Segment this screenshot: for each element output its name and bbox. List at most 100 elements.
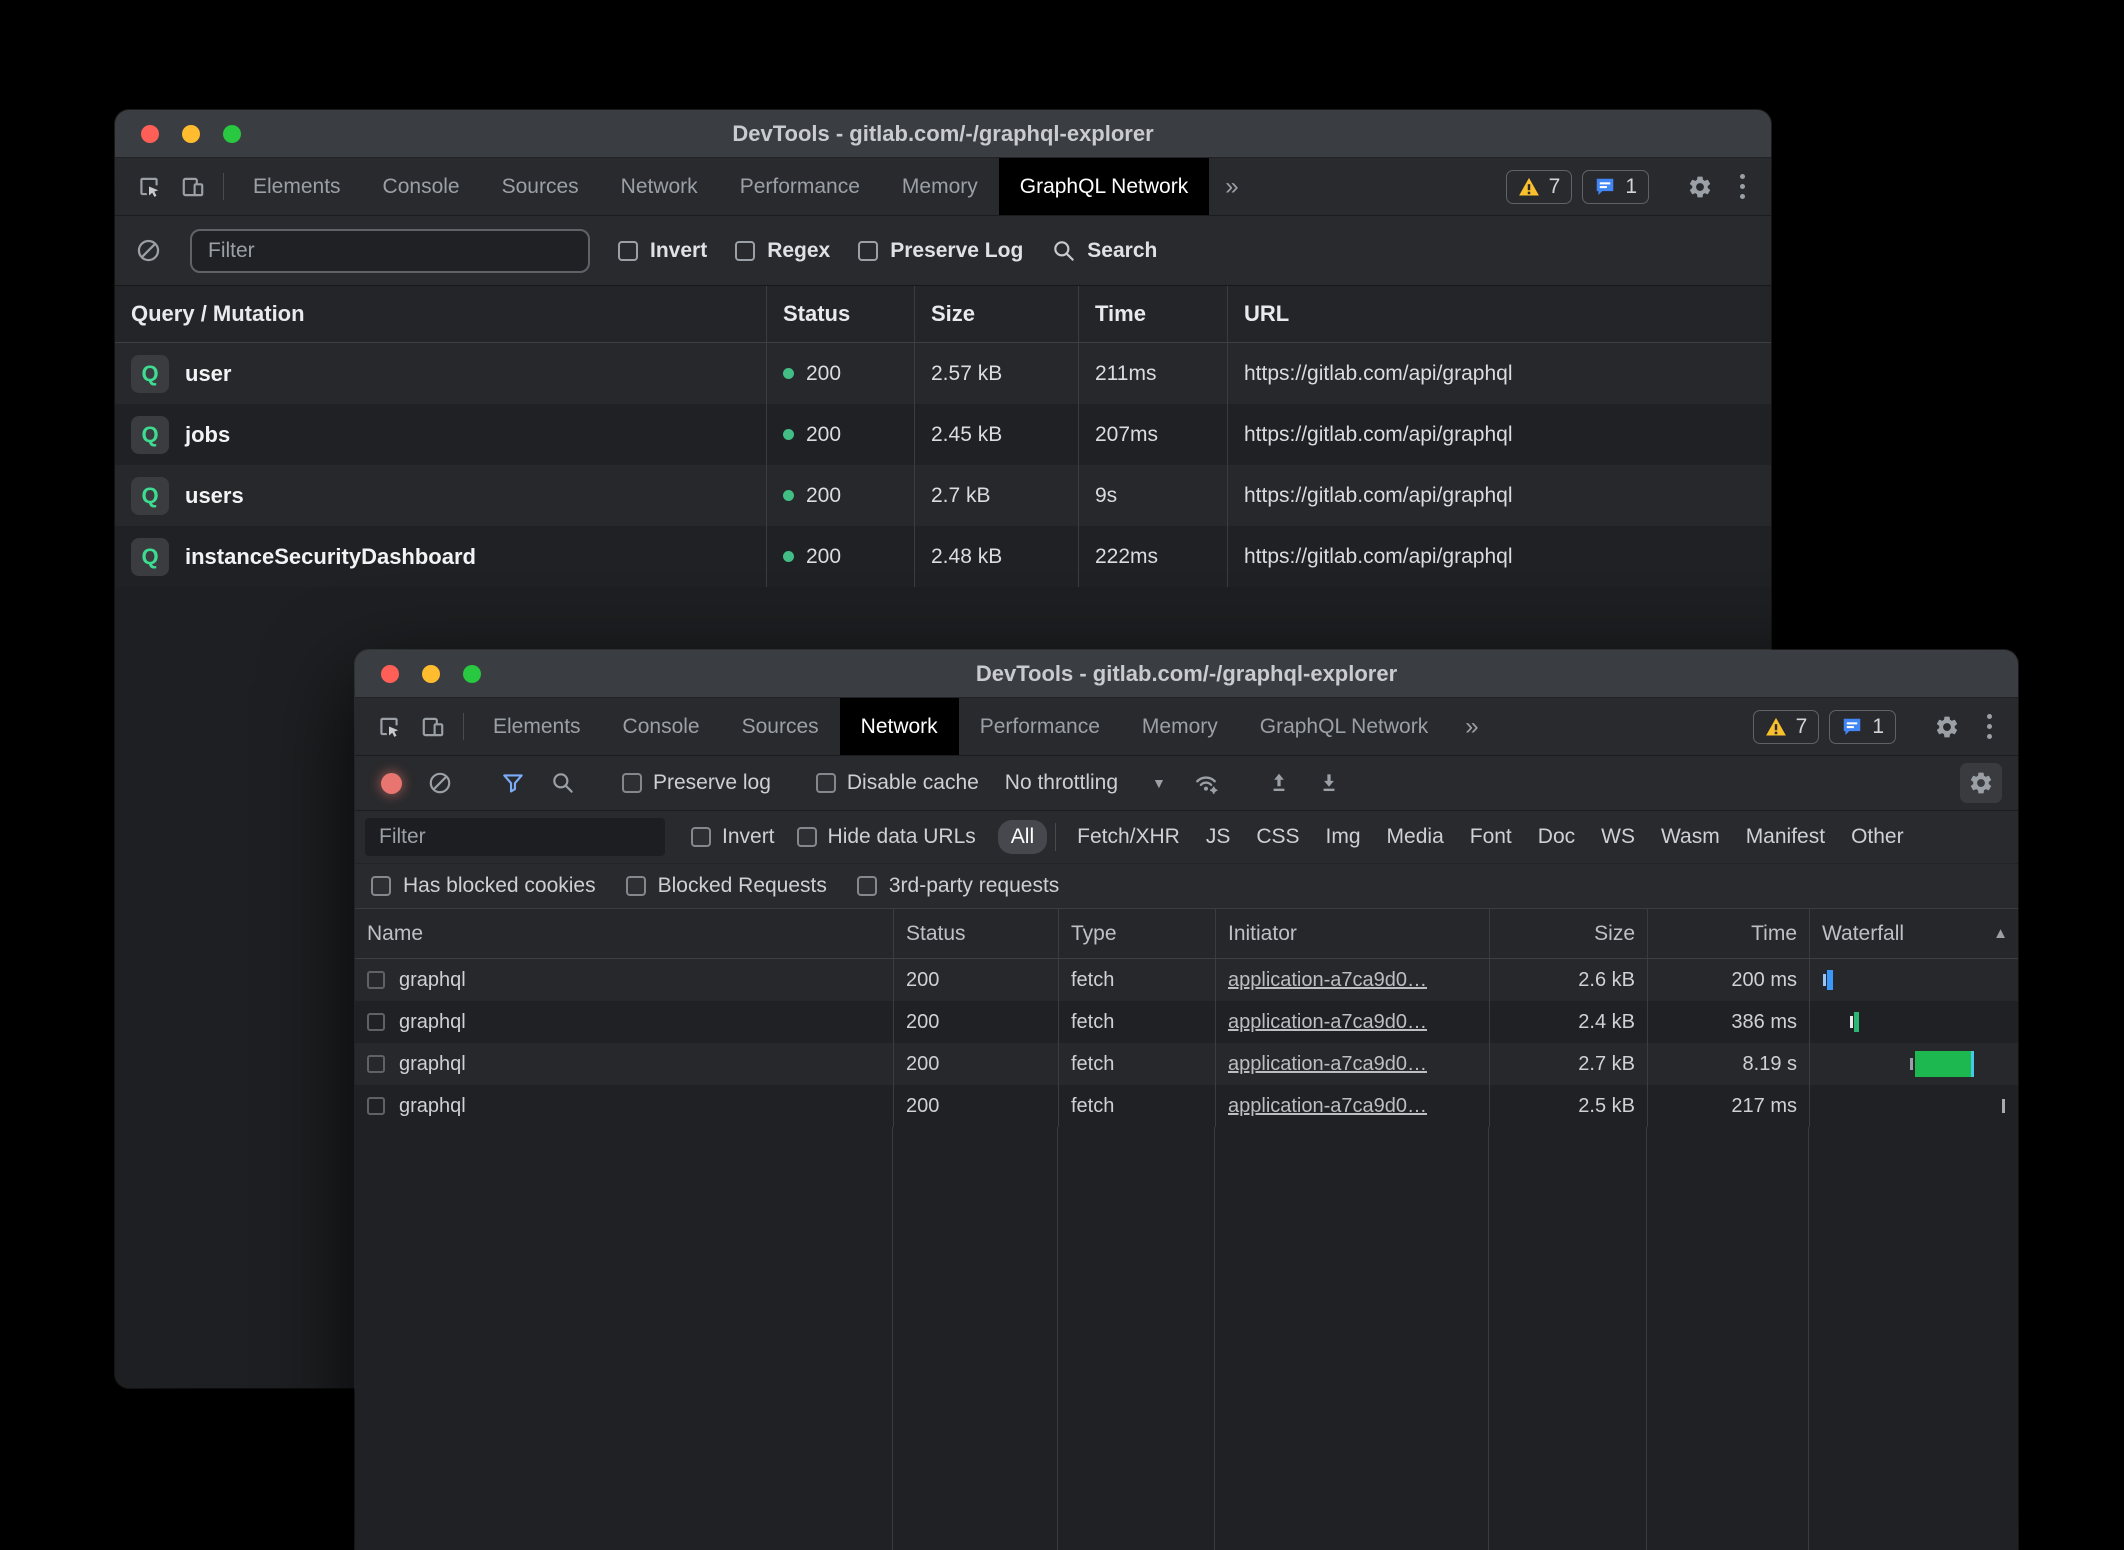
filter-chip-media[interactable]: Media	[1374, 820, 1457, 854]
preserve-log-checkbox[interactable]	[858, 241, 878, 261]
third-party-requests-checkbox-group[interactable]: 3rd-party requests	[857, 874, 1059, 898]
blocked-requests-checkbox[interactable]	[626, 876, 646, 896]
invert-checkbox[interactable]	[618, 241, 638, 261]
issues-badge[interactable]: 1	[1582, 170, 1649, 204]
tab-elements[interactable]: Elements	[232, 158, 362, 215]
initiator-link[interactable]: application-a7ca9d0…	[1228, 969, 1427, 992]
hide-data-urls-checkbox[interactable]	[797, 827, 817, 847]
blocked-cookies-checkbox[interactable]	[371, 876, 391, 896]
throttling-select[interactable]: No throttling ▼	[993, 771, 1178, 795]
row-checkbox[interactable]	[367, 1013, 385, 1031]
filter-toggle-button[interactable]	[491, 770, 535, 796]
tab-elements[interactable]: Elements	[472, 698, 602, 755]
initiator-link[interactable]: application-a7ca9d0…	[1228, 1011, 1427, 1034]
preserve-log-checkbox-group[interactable]: Preserve log	[614, 771, 779, 795]
tab-network[interactable]: Network	[840, 698, 959, 755]
filter-input[interactable]	[365, 818, 665, 856]
clear-network-log-button[interactable]	[418, 770, 462, 796]
column-header-url[interactable]: URL	[1227, 286, 1771, 342]
network-settings-button[interactable]	[1960, 763, 2002, 803]
filter-chip-fetch-xhr[interactable]: Fetch/XHR	[1064, 820, 1193, 854]
zoom-window-button[interactable]	[223, 125, 241, 143]
column-header-waterfall[interactable]: Waterfall ▲	[1809, 909, 2018, 958]
column-header-size[interactable]: Size	[1489, 909, 1647, 958]
filter-input[interactable]	[190, 229, 590, 273]
table-row[interactable]: Q instanceSecurityDashboard 200 2.48 kB …	[115, 526, 1771, 587]
inspect-element-button[interactable]	[127, 158, 171, 215]
tab-performance[interactable]: Performance	[719, 158, 881, 215]
toggle-device-toolbar-button[interactable]	[171, 158, 215, 215]
column-header-status[interactable]: Status	[893, 909, 1058, 958]
more-options-button[interactable]	[1979, 714, 2000, 739]
table-row[interactable]: Q user 200 2.57 kB 211ms https://gitlab.…	[115, 343, 1771, 404]
network-conditions-button[interactable]	[1184, 769, 1228, 797]
filter-chip-js[interactable]: JS	[1193, 820, 1244, 854]
blocked-requests-checkbox-group[interactable]: Blocked Requests	[626, 874, 827, 898]
import-har-button[interactable]	[1257, 770, 1301, 796]
filter-chip-img[interactable]: Img	[1313, 820, 1374, 854]
table-row[interactable]: Q users 200 2.7 kB 9s https://gitlab.com…	[115, 465, 1771, 526]
tab-memory[interactable]: Memory	[1121, 698, 1239, 755]
inspect-element-button[interactable]	[367, 698, 411, 755]
filter-chip-wasm[interactable]: Wasm	[1648, 820, 1733, 854]
tab-performance[interactable]: Performance	[959, 698, 1121, 755]
settings-button[interactable]	[1678, 174, 1722, 200]
export-har-button[interactable]	[1307, 770, 1351, 796]
invert-checkbox-group[interactable]: Invert	[618, 239, 707, 263]
issues-badge[interactable]: 1	[1829, 710, 1896, 744]
column-header-time[interactable]: Time	[1647, 909, 1809, 958]
record-network-log-button[interactable]	[381, 773, 402, 794]
column-header-time[interactable]: Time	[1078, 286, 1227, 342]
column-header-name[interactable]: Name	[355, 909, 893, 958]
titlebar[interactable]: DevTools - gitlab.com/-/graphql-explorer	[355, 650, 2018, 698]
regex-checkbox[interactable]	[735, 241, 755, 261]
column-header-status[interactable]: Status	[766, 286, 914, 342]
tab-memory[interactable]: Memory	[881, 158, 999, 215]
column-header-type[interactable]: Type	[1058, 909, 1215, 958]
column-header-size[interactable]: Size	[914, 286, 1078, 342]
tab-console[interactable]: Console	[602, 698, 721, 755]
filter-chip-manifest[interactable]: Manifest	[1733, 820, 1838, 854]
settings-button[interactable]	[1925, 714, 1969, 740]
tab-graphql-network[interactable]: GraphQL Network	[1239, 698, 1449, 755]
hide-data-urls-checkbox-group[interactable]: Hide data URLs	[797, 825, 976, 849]
row-checkbox[interactable]	[367, 971, 385, 989]
warnings-badge[interactable]: 7	[1753, 710, 1820, 744]
filter-chip-ws[interactable]: WS	[1588, 820, 1648, 854]
clear-icon[interactable]	[135, 237, 162, 264]
more-tabs-button[interactable]: »	[1209, 158, 1254, 215]
column-header-initiator[interactable]: Initiator	[1215, 909, 1489, 958]
row-checkbox[interactable]	[367, 1055, 385, 1073]
tab-network[interactable]: Network	[600, 158, 719, 215]
toggle-device-toolbar-button[interactable]	[411, 698, 455, 755]
filter-chip-css[interactable]: CSS	[1243, 820, 1312, 854]
invert-checkbox-group[interactable]: Invert	[691, 825, 775, 849]
request-row[interactable]: graphql 200 fetch application-a7ca9d0… 2…	[355, 1001, 2018, 1043]
more-options-button[interactable]	[1732, 174, 1753, 199]
initiator-link[interactable]: application-a7ca9d0…	[1228, 1095, 1427, 1118]
search-button[interactable]: Search	[1051, 238, 1157, 264]
regex-checkbox-group[interactable]: Regex	[735, 239, 830, 263]
invert-checkbox[interactable]	[691, 827, 711, 847]
filter-chip-all[interactable]: All	[998, 820, 1047, 854]
filter-chip-other[interactable]: Other	[1838, 820, 1917, 854]
third-party-requests-checkbox[interactable]	[857, 876, 877, 896]
tab-sources[interactable]: Sources	[721, 698, 840, 755]
warnings-badge[interactable]: 7	[1506, 170, 1573, 204]
close-window-button[interactable]	[141, 125, 159, 143]
filter-chip-font[interactable]: Font	[1457, 820, 1525, 854]
filter-chip-doc[interactable]: Doc	[1525, 820, 1588, 854]
preserve-log-checkbox-group[interactable]: Preserve Log	[858, 239, 1023, 263]
initiator-link[interactable]: application-a7ca9d0…	[1228, 1053, 1427, 1076]
request-row[interactable]: graphql 200 fetch application-a7ca9d0… 2…	[355, 959, 2018, 1001]
more-tabs-button[interactable]: »	[1449, 698, 1494, 755]
minimize-window-button[interactable]	[182, 125, 200, 143]
tab-console[interactable]: Console	[362, 158, 481, 215]
zoom-window-button[interactable]	[463, 665, 481, 683]
close-window-button[interactable]	[381, 665, 399, 683]
request-row[interactable]: graphql 200 fetch application-a7ca9d0… 2…	[355, 1085, 2018, 1127]
minimize-window-button[interactable]	[422, 665, 440, 683]
titlebar[interactable]: DevTools - gitlab.com/-/graphql-explorer	[115, 110, 1771, 158]
column-header-query-mutation[interactable]: Query / Mutation	[115, 286, 766, 342]
table-row[interactable]: Q jobs 200 2.45 kB 207ms https://gitlab.…	[115, 404, 1771, 465]
